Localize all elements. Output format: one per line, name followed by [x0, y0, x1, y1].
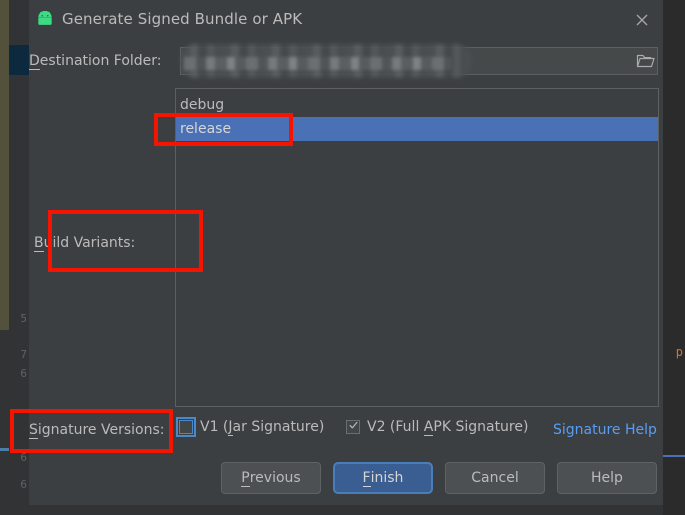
cancel-button[interactable]: Cancel [445, 462, 545, 494]
generate-signed-bundle-dialog: Generate Signed Bundle or APK Destinatio… [29, 0, 663, 515]
checkbox-unchecked-icon[interactable] [179, 420, 193, 434]
ide-edge-strip-lower [0, 330, 9, 515]
destination-folder-redacted-text [184, 57, 452, 70]
dialog-titlebar: Generate Signed Bundle or APK [29, 0, 663, 40]
ide-selected-line-band [9, 45, 29, 75]
cancel-label: Cancel [471, 470, 518, 486]
ide-line-number: 6 [9, 367, 27, 381]
build-variants-label-rest: uild Variants: [44, 235, 136, 251]
finish-button[interactable]: Finish [333, 462, 433, 494]
v1-signature-label: V1 (Jar Signature) [200, 419, 324, 435]
v1-label-before: V1 ( [200, 419, 228, 435]
signature-versions-label-rest: ignature Versions: [38, 422, 165, 438]
checkbox-checked-icon[interactable] [346, 420, 360, 434]
help-label: Help [591, 470, 623, 486]
ide-line-number: 6 [9, 451, 27, 465]
v2-label-after: PK Signature) [433, 419, 528, 435]
ide-line-number: 7 [9, 348, 27, 362]
previous-button[interactable]: Previous [221, 462, 321, 494]
finish-label-after: inish [371, 470, 404, 486]
v1-label-after: ar Signature) [233, 419, 325, 435]
ide-right-pane [663, 0, 685, 515]
ide-edge-strip-upper [0, 0, 9, 330]
dialog-bottom-strip [29, 505, 663, 515]
v2-signature-checkbox-row[interactable]: V2 (Full APK Signature) [346, 419, 528, 435]
signature-help-link[interactable]: Signature Help [553, 422, 657, 438]
build-variants-mnemonic: B [34, 235, 44, 252]
ide-right-marker [663, 455, 685, 457]
close-icon[interactable] [628, 6, 656, 34]
finish-mnemonic: F [363, 470, 371, 487]
v1-signature-checkbox-row[interactable]: V1 (Jar Signature) [179, 419, 324, 435]
dialog-button-row: Previous Finish Cancel Help [29, 462, 663, 496]
ide-editor-gutter [9, 0, 29, 515]
signature-versions-label: Signature Versions: [29, 422, 165, 438]
ide-line-number: 6 [9, 478, 27, 492]
ide-left-marker [0, 448, 9, 451]
build-variants-label: Build Variants: [34, 235, 135, 251]
help-button[interactable]: Help [557, 462, 657, 494]
destination-folder-mnemonic: D [29, 53, 40, 70]
android-robot-icon [35, 11, 55, 27]
v2-mnemonic: A [424, 419, 434, 436]
v2-label-before: V2 (Full [367, 419, 424, 435]
folder-icon[interactable] [636, 52, 656, 70]
ide-line-number: 5 [9, 312, 27, 326]
signature-versions-mnemonic: S [29, 422, 38, 439]
destination-folder-label: Destination Folder: [29, 53, 162, 69]
list-item-release[interactable]: release [176, 117, 658, 141]
build-variants-list[interactable]: debug release [175, 88, 659, 407]
ide-code-fragment: p [676, 345, 683, 359]
previous-label-after: revious [250, 470, 301, 486]
dialog-title: Generate Signed Bundle or APK [62, 10, 302, 28]
destination-folder-label-rest: estination Folder: [40, 53, 162, 69]
v2-signature-label: V2 (Full APK Signature) [367, 419, 528, 435]
list-item-debug[interactable]: debug [176, 93, 658, 117]
previous-mnemonic: P [241, 470, 249, 487]
